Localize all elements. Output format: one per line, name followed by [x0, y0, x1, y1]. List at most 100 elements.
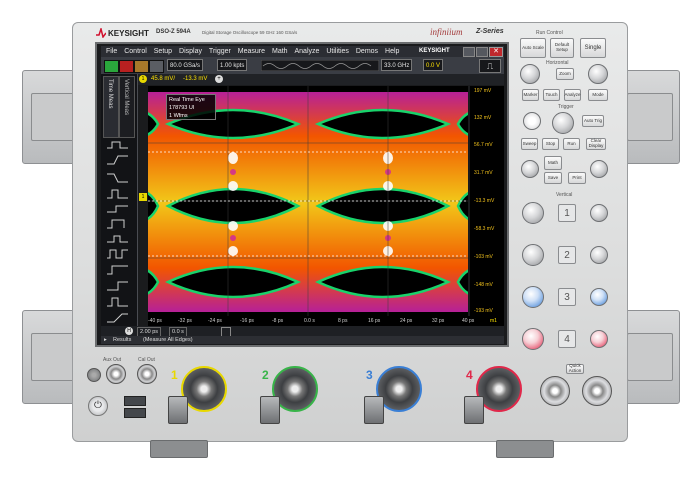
bandwidth-field[interactable]: 33.0 GHz — [381, 59, 413, 71]
ch1-probe-interface[interactable] — [168, 396, 188, 424]
ch3-select-button[interactable]: 3 — [558, 288, 576, 306]
horizontal-position-knob[interactable] — [520, 64, 540, 84]
ext-input[interactable] — [582, 376, 612, 406]
add-channel-icon[interactable]: + — [215, 75, 223, 83]
ch3-offset-knob[interactable] — [590, 288, 608, 306]
ground-terminal[interactable] — [87, 368, 101, 382]
stop-button[interactable]: Stop — [542, 138, 559, 150]
menu-display[interactable]: Display — [179, 46, 202, 57]
waveform-display[interactable]: Real Time Eye 178793 UI 1 Wfms — [148, 86, 468, 316]
default-setup-button[interactable]: Default Setup — [550, 38, 574, 58]
menu-math[interactable]: Math — [272, 46, 288, 57]
results-value: (Measure All Edges) — [143, 337, 193, 343]
analyze-button[interactable]: Analyze — [564, 89, 581, 101]
usb-port-2[interactable] — [124, 408, 146, 418]
menu-demos[interactable]: Demos — [356, 46, 378, 57]
trigger-level-knob[interactable] — [552, 112, 574, 134]
navigate-pad[interactable] — [523, 112, 541, 130]
menu-file[interactable]: File — [106, 46, 117, 57]
y-label: -58.3 mV — [474, 226, 495, 232]
model-description: Digital Storage Oscilloscope 59 GHz 160 … — [202, 30, 298, 35]
ch1-scale-knob[interactable] — [522, 202, 544, 224]
horizontal-badge[interactable]: H — [125, 327, 133, 335]
sweep-button[interactable]: Sweep — [521, 138, 538, 150]
ch4-input-label: 4 — [466, 368, 473, 382]
marker-button[interactable]: Marker — [522, 89, 539, 101]
ch2-probe-interface[interactable] — [260, 396, 280, 424]
print-button[interactable]: Print — [568, 172, 586, 184]
vertical-scale[interactable]: 45.8 mV/ — [151, 74, 175, 85]
x-label: 24 ps — [400, 318, 413, 324]
horizontal-scale-knob[interactable] — [588, 64, 608, 84]
auto-trig-button[interactable]: Auto Trig — [582, 115, 604, 127]
channel-ground-marker[interactable]: 1 — [139, 193, 147, 201]
menu-trigger[interactable]: Trigger — [209, 46, 231, 57]
run-button[interactable]: Run — [563, 138, 580, 150]
menu-help[interactable]: Help — [385, 46, 399, 57]
touch-button[interactable]: Touch — [543, 89, 560, 101]
x-axis-scale: -40 ps -32 ps -24 ps -16 ps -8 ps 0.0 s … — [148, 316, 504, 326]
vertical-offset[interactable]: -13.3 mV — [183, 74, 207, 85]
memory-depth-field[interactable]: 1.00 kpts — [217, 59, 248, 71]
zoom-button[interactable]: Zoom — [556, 68, 574, 80]
expand-results-icon[interactable]: ▸ — [104, 336, 107, 344]
right-foot — [496, 440, 554, 458]
tab-time-meas[interactable]: Time Meas — [103, 76, 119, 138]
ch3-probe-interface[interactable] — [364, 396, 384, 424]
single-label: Single — [584, 44, 602, 51]
ch4-scale-knob[interactable] — [522, 328, 544, 350]
restore-button[interactable] — [476, 47, 488, 57]
ch3-scale-knob[interactable] — [522, 286, 544, 308]
quick-action-knob[interactable] — [590, 160, 608, 178]
ch4-offset-knob[interactable] — [590, 330, 608, 348]
results-bar[interactable]: ▸ Results (Measure All Edges) — [101, 336, 504, 344]
save-button[interactable]: Save — [544, 172, 562, 184]
cal-out-label: Cal Out — [138, 357, 155, 363]
eye-diagram — [148, 86, 468, 316]
auto-scale-button[interactable]: Auto Scale — [520, 38, 546, 58]
stop-indicator[interactable] — [119, 60, 134, 73]
menu-setup[interactable]: Setup — [154, 46, 172, 57]
clear-display-button[interactable]: Clear Display — [586, 138, 606, 150]
multipurpose-knob[interactable] — [521, 160, 539, 178]
mode-indicator[interactable] — [149, 60, 164, 73]
tab-vertical-meas[interactable]: Vertical Meas — [119, 76, 135, 138]
usb-port-1[interactable] — [124, 396, 146, 406]
menu-measure[interactable]: Measure — [238, 46, 265, 57]
minimize-button[interactable] — [463, 47, 475, 57]
horizontal-label: Horizontal — [546, 60, 569, 66]
y-label: -148 mV — [474, 282, 493, 288]
auto-scale-label: Auto Scale — [522, 44, 544, 50]
single-indicator[interactable] — [134, 60, 149, 73]
menu-utilities[interactable]: Utilities — [326, 46, 349, 57]
cal-out-connector[interactable] — [137, 364, 157, 384]
ch4-select-button[interactable]: 4 — [558, 330, 576, 348]
menu-analyze[interactable]: Analyze — [295, 46, 320, 57]
math-button[interactable]: Math — [544, 156, 562, 170]
close-button[interactable]: ✕ — [489, 47, 503, 57]
ch2-select-button[interactable]: 2 — [558, 246, 576, 264]
ch2-offset-knob[interactable] — [590, 246, 608, 264]
ch1-offset-knob[interactable] — [590, 204, 608, 222]
vertical-label: Vertical — [556, 192, 573, 198]
run-indicator[interactable] — [104, 60, 119, 73]
sample-rate-field[interactable]: 80.0 GSa/s — [167, 59, 204, 71]
mode-button[interactable]: Mode — [588, 89, 608, 101]
aux-trigger-input[interactable] — [540, 376, 570, 406]
ch1-select-button[interactable]: 1 — [558, 204, 576, 222]
trigger-edge-icon[interactable]: ⎍ — [479, 59, 501, 73]
ch2-scale-knob[interactable] — [522, 244, 544, 266]
power-button[interactable]: ⏻ — [88, 396, 108, 416]
trigger-level-field[interactable]: 0.0 V — [423, 59, 444, 71]
quick-action-button[interactable]: Quick Action — [566, 363, 584, 374]
channel1-badge[interactable]: 1 — [139, 75, 147, 83]
marker-label[interactable]: m1 — [490, 318, 497, 324]
aux-out-connector[interactable] — [106, 364, 126, 384]
quick-action-label: Quick Action — [568, 363, 582, 373]
y-label: 132 mV — [474, 115, 492, 121]
menu-control[interactable]: Control — [124, 46, 147, 57]
single-button[interactable]: Single — [580, 38, 606, 58]
ch4-probe-interface[interactable] — [464, 396, 484, 424]
run-label: Run — [567, 140, 576, 146]
default-setup-label: Default Setup — [554, 42, 570, 52]
